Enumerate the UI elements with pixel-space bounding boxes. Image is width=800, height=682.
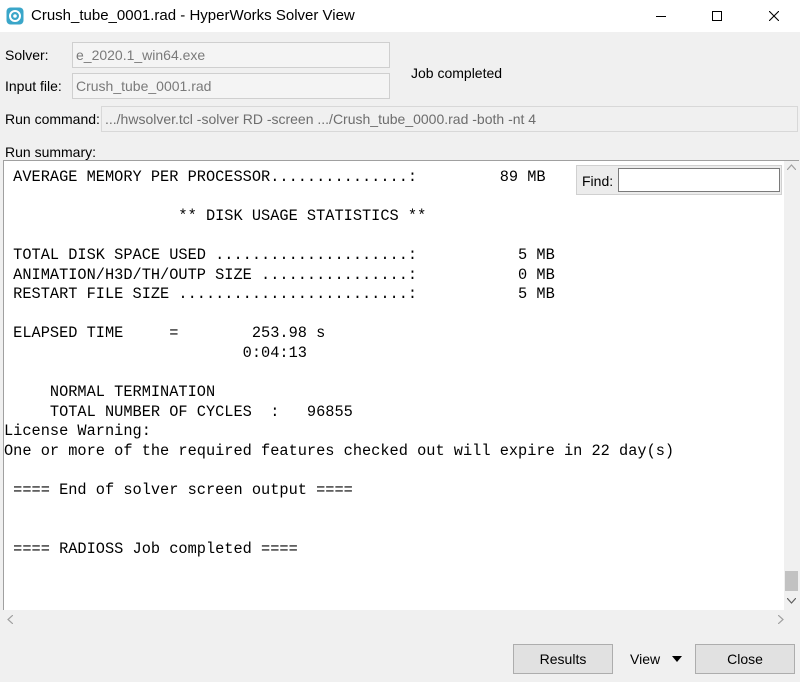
window-title: Crush_tube_0001.rad - HyperWorks Solver …	[31, 7, 355, 24]
summary-line: NORMAL TERMINATION	[4, 383, 216, 402]
vertical-scrollbar[interactable]	[784, 161, 799, 611]
summary-line: RESTART FILE SIZE ......................…	[4, 285, 555, 304]
summary-line: TOTAL DISK SPACE USED ..................…	[4, 245, 555, 264]
run-command-field[interactable]: .../hwsolver.tcl -solver RD -screen .../…	[101, 106, 798, 132]
title-bar[interactable]: Crush_tube_0001.rad - HyperWorks Solver …	[0, 0, 800, 32]
summary-line: ELAPSED TIME = 253.98 s	[4, 324, 326, 343]
job-status-text: Job completed	[411, 65, 503, 81]
hyperworks-app-icon	[6, 7, 24, 25]
vertical-scroll-thumb[interactable]	[785, 571, 798, 591]
scroll-left-icon[interactable]	[7, 615, 13, 624]
input-file-label: Input file:	[5, 78, 62, 94]
maximize-icon	[712, 11, 722, 21]
find-input[interactable]	[618, 168, 780, 192]
summary-line	[4, 364, 674, 384]
input-file-field[interactable]: Crush_tube_0001.rad	[72, 73, 390, 99]
summary-line: 0:04:13	[4, 343, 307, 362]
summary-line	[4, 520, 674, 540]
dropdown-arrow-icon	[672, 656, 682, 662]
summary-line	[4, 226, 674, 246]
minimize-button[interactable]	[638, 0, 684, 32]
run-command-label: Run command:	[5, 111, 100, 127]
summary-line: MINIMUM MEMORY PER PROCESSOR............…	[4, 161, 674, 168]
results-button[interactable]: Results	[513, 644, 613, 674]
summary-line: ==== RADIOSS Job completed ====	[4, 539, 298, 558]
summary-line	[4, 305, 674, 325]
summary-line: ANIMATION/H3D/TH/OUTP SIZE .............…	[4, 265, 555, 284]
run-summary-text: MINIMUM MEMORY PER PROCESSOR............…	[4, 161, 675, 559]
summary-line	[4, 187, 674, 207]
maximize-button[interactable]	[694, 0, 740, 32]
view-menu-button[interactable]: View	[630, 651, 682, 667]
summary-line	[4, 462, 674, 482]
summary-line: AVERAGE MEMORY PER PROCESSOR............…	[4, 167, 546, 186]
close-icon	[769, 11, 779, 21]
close-window-button[interactable]	[751, 0, 797, 32]
summary-line: License Warning:	[4, 422, 151, 441]
solver-label: Solver:	[5, 47, 49, 63]
find-bar: Find:	[576, 165, 782, 195]
scroll-down-icon[interactable]	[787, 598, 796, 604]
view-menu-label: View	[630, 651, 661, 667]
summary-line: One or more of the required features che…	[4, 441, 675, 460]
scroll-right-icon[interactable]	[778, 615, 784, 624]
close-button[interactable]: Close	[695, 644, 795, 674]
solver-field[interactable]: e_2020.1_win64.exe	[72, 42, 390, 68]
run-summary-panel[interactable]: MINIMUM MEMORY PER PROCESSOR............…	[3, 160, 799, 611]
minimize-icon	[656, 16, 666, 17]
summary-line	[4, 501, 674, 521]
summary-line: ** DISK USAGE STATISTICS **	[4, 206, 427, 225]
summary-line: ==== End of solver screen output ====	[4, 481, 353, 500]
find-label: Find:	[582, 173, 614, 189]
run-summary-label: Run summary:	[5, 144, 97, 160]
scroll-up-icon[interactable]	[787, 164, 796, 170]
summary-line: TOTAL NUMBER OF CYCLES : 96855	[4, 402, 353, 421]
horizontal-scrollbar[interactable]	[3, 610, 798, 630]
